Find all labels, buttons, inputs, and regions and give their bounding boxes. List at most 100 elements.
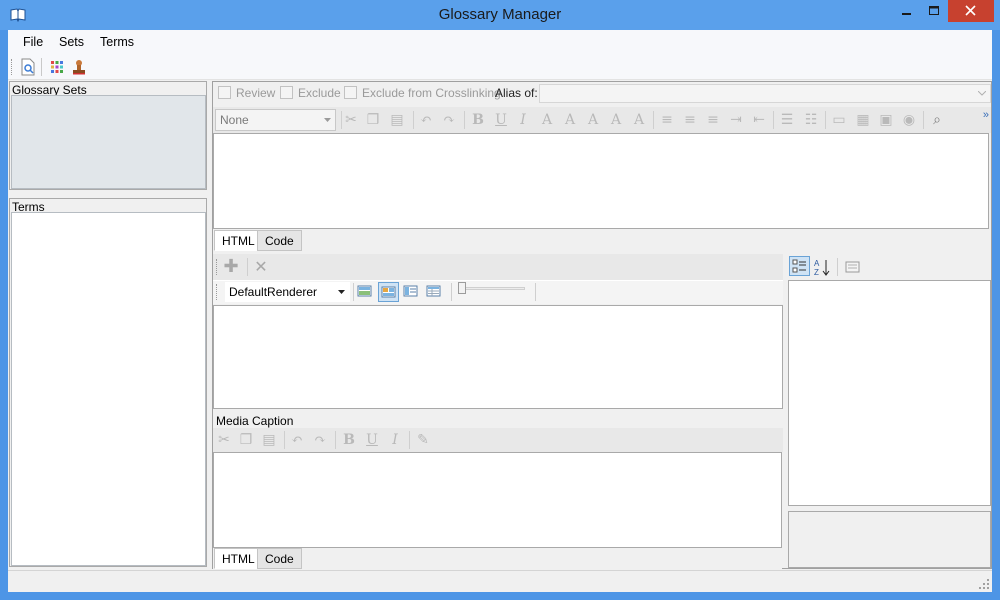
cut-icon[interactable]: ✂ [214, 430, 234, 450]
status-bar [8, 570, 992, 592]
align-center-icon[interactable]: ≡ [680, 110, 700, 130]
outdent-icon[interactable]: ⇤ [749, 110, 769, 130]
app-window: Glossary Manager File Sets Terms Glossar… [0, 0, 1000, 600]
view-mode-1-button[interactable] [355, 282, 376, 302]
redo-icon[interactable]: ↷ [439, 110, 459, 130]
exclude-crosslinking-checkbox[interactable] [344, 86, 357, 99]
indent-icon[interactable]: ⇥ [726, 110, 746, 130]
preview-icon[interactable] [19, 58, 37, 76]
underline-button[interactable]: U [362, 430, 382, 450]
maximize-button[interactable] [920, 0, 948, 22]
caption-html-editor[interactable] [213, 452, 782, 548]
toolbar-grip[interactable] [216, 284, 219, 300]
glossary-sets-panel: Glossary Sets [9, 81, 207, 190]
menu-bar: File Sets Terms [8, 30, 992, 54]
chevron-down-icon [978, 91, 986, 96]
superscript-icon[interactable]: A [606, 110, 626, 130]
bold-button[interactable]: B [468, 110, 488, 130]
toolbar-separator [535, 283, 536, 301]
zoom-slider-track[interactable] [461, 287, 525, 290]
minimize-button[interactable] [892, 0, 920, 22]
review-checkbox[interactable] [218, 86, 231, 99]
link-icon[interactable]: ◉ [899, 110, 919, 130]
caption-tabstrip: HTML Code [213, 548, 782, 570]
close-button[interactable] [948, 0, 994, 22]
bullet-list-icon[interactable]: ☰ [777, 110, 797, 130]
term-options-row: Review Exclude Exclude from Crosslinking… [213, 82, 991, 106]
maximize-icon [929, 6, 939, 15]
categorized-button[interactable] [789, 256, 810, 276]
tab-code[interactable]: Code [257, 230, 302, 251]
zoom-slider-thumb[interactable] [458, 282, 466, 294]
media-toolbar: ✚ ✕ [213, 254, 783, 280]
client-area: File Sets Terms Glossary Sets Terms Revi… [8, 30, 992, 592]
align-left-icon[interactable]: ≡ [657, 110, 677, 130]
align-right-icon[interactable]: ≡ [703, 110, 723, 130]
glossary-sets-list[interactable] [11, 95, 206, 189]
toolbar-grip[interactable] [11, 59, 14, 75]
svg-text:A: A [814, 259, 820, 268]
media-preview-area[interactable] [213, 305, 783, 409]
view-mode-2-button[interactable] [378, 282, 399, 302]
property-pages-icon[interactable] [843, 258, 862, 276]
toolbar-separator [451, 283, 452, 301]
menu-file[interactable]: File [23, 35, 43, 49]
view-mode-4-button[interactable] [424, 282, 445, 302]
delete-icon[interactable]: ✕ [251, 257, 271, 277]
strikethrough-icon[interactable]: A [537, 110, 557, 130]
term-html-editor[interactable] [213, 133, 989, 229]
cut-icon[interactable]: ✂ [341, 110, 361, 130]
view-mode-3-button[interactable] [401, 282, 422, 302]
toolbar-separator [247, 258, 248, 276]
tab-html[interactable]: HTML [214, 548, 263, 569]
italic-button[interactable]: I [513, 110, 533, 130]
menu-sets[interactable]: Sets [59, 35, 84, 49]
terms-list[interactable] [11, 212, 206, 566]
table-icon[interactable]: ▦ [853, 110, 873, 130]
renderer-value: DefaultRenderer [229, 285, 318, 299]
resize-grip-icon[interactable] [978, 578, 990, 590]
title-bar[interactable]: Glossary Manager [0, 0, 1000, 30]
underline-button[interactable]: U [491, 110, 511, 130]
numbered-list-icon[interactable]: ☷ [801, 110, 821, 130]
add-icon[interactable]: ✚ [221, 257, 241, 277]
font-color-icon[interactable]: A [560, 110, 580, 130]
highlight-icon[interactable]: A [583, 110, 603, 130]
sort-alpha-icon[interactable]: A Z [813, 258, 832, 276]
split-view-icon [403, 285, 418, 297]
copy-icon[interactable]: ❐ [236, 430, 256, 450]
toolbar-separator [413, 111, 414, 129]
property-grid[interactable] [788, 280, 991, 506]
bold-button[interactable]: B [339, 430, 359, 450]
color-grid-icon[interactable] [48, 58, 66, 76]
undo-icon[interactable]: ↶ [287, 430, 307, 450]
alias-of-dropdown[interactable] [539, 84, 991, 103]
paragraph-style-dropdown[interactable]: None [215, 109, 336, 131]
terms-panel: Terms [9, 198, 207, 567]
toolbar-grip[interactable] [216, 259, 219, 275]
horizontal-rule-icon[interactable]: ▭ [829, 110, 849, 130]
toolbar-separator [923, 111, 924, 129]
menu-terms[interactable]: Terms [100, 35, 134, 49]
undo-icon[interactable]: ↶ [416, 110, 436, 130]
chevron-down-icon [338, 290, 345, 294]
find-icon[interactable]: ⌕ [927, 110, 947, 130]
tab-code[interactable]: Code [257, 548, 302, 569]
toolbar-overflow-button[interactable]: » [983, 109, 989, 121]
renderer-toolbar: DefaultRenderer [213, 280, 783, 304]
categorized-icon [792, 259, 806, 273]
subscript-icon[interactable]: A [629, 110, 649, 130]
stamp-icon[interactable] [70, 58, 88, 76]
window-title: Glossary Manager [438, 6, 562, 23]
redo-icon[interactable]: ↷ [310, 430, 330, 450]
tab-html[interactable]: HTML [214, 230, 263, 251]
paste-icon[interactable]: ▤ [387, 110, 407, 130]
exclude-checkbox[interactable] [280, 86, 293, 99]
italic-button[interactable]: I [385, 430, 405, 450]
toolbar-separator [773, 111, 774, 129]
paste-icon[interactable]: ▤ [259, 430, 279, 450]
copy-icon[interactable]: ❐ [363, 110, 383, 130]
image-icon[interactable]: ▣ [876, 110, 896, 130]
clear-format-icon[interactable]: ✎ [413, 430, 433, 450]
renderer-dropdown[interactable]: DefaultRenderer [225, 282, 350, 302]
